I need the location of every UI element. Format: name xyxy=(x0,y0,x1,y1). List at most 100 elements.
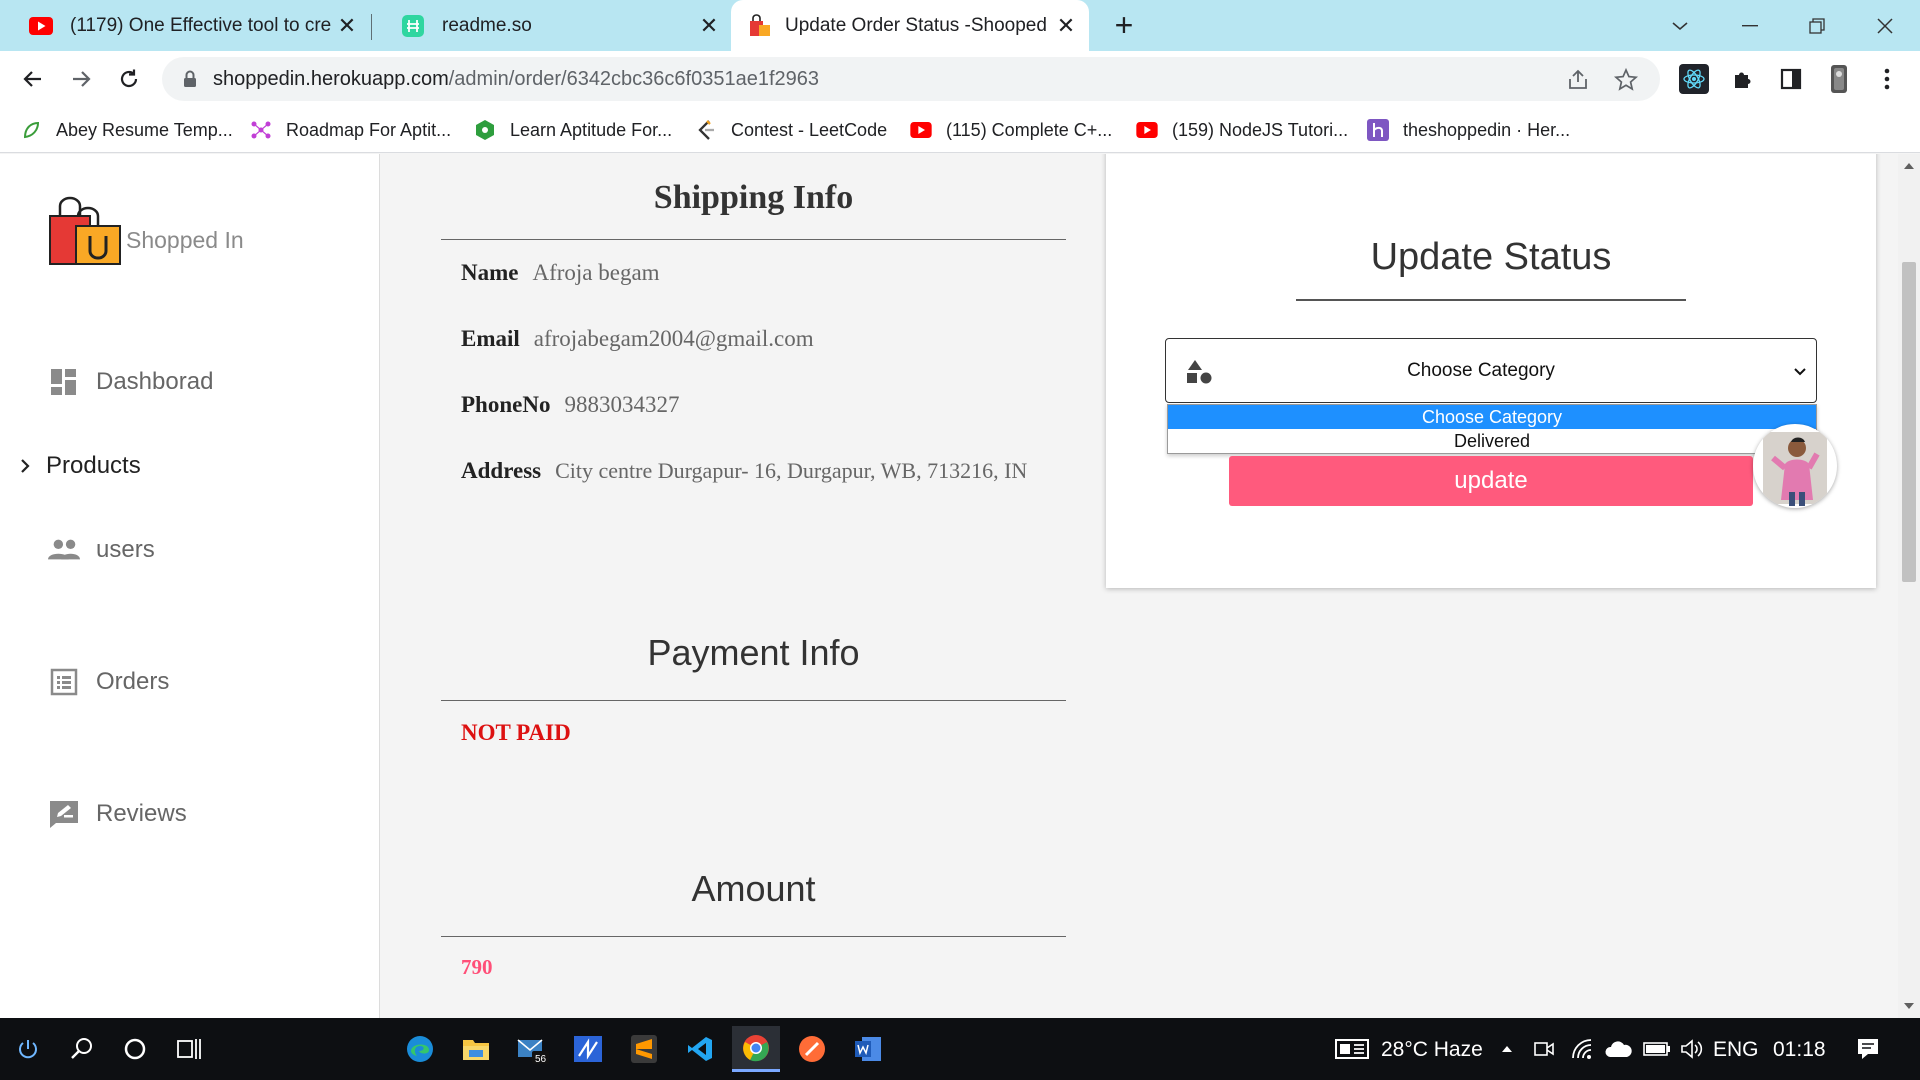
bookmark-leetcode[interactable]: Contest - LeetCode xyxy=(695,107,887,153)
status-select[interactable]: Choose Category xyxy=(1165,338,1817,403)
meet-camera-icon[interactable] xyxy=(1530,1033,1558,1065)
roadmap-icon xyxy=(250,119,272,141)
wifi-icon[interactable] xyxy=(1568,1033,1596,1065)
lock-icon xyxy=(184,70,196,87)
reviews-icon xyxy=(48,798,80,830)
leaf-icon xyxy=(20,119,42,141)
bookmark-roadmap[interactable]: Roadmap For Aptit... xyxy=(250,107,451,153)
sidebar-item-dashboard[interactable]: Dashborad xyxy=(48,366,213,398)
bookmark-label: (159) NodeJS Tutori... xyxy=(1172,119,1349,140)
edge-app-icon[interactable] xyxy=(396,1026,444,1072)
close-tab-icon[interactable]: ✕ xyxy=(694,13,724,39)
clock-time[interactable]: 01:18 xyxy=(1773,1038,1826,1062)
tab-update-order-status[interactable]: Update Order Status -Shooped In ✕ xyxy=(731,0,1089,51)
sublime-text-app-icon[interactable] xyxy=(620,1026,668,1072)
reload-icon xyxy=(120,69,138,88)
bookmark-heroku[interactable]: theshoppedin · Her... xyxy=(1367,107,1570,153)
status-option-choose-category[interactable]: Choose Category xyxy=(1168,405,1816,429)
tray-overflow-chevron-icon[interactable] xyxy=(1496,1033,1518,1065)
address-value: City centre Durgapur- 16, Durgapur, WB, … xyxy=(555,458,1028,483)
name-label: Name xyxy=(461,260,519,285)
back-button[interactable] xyxy=(13,59,53,99)
browser-tab-strip: (1179) One Effective tool to creat ✕ rea… xyxy=(0,0,1920,51)
page-scrollbar[interactable] xyxy=(1898,154,1920,1018)
word-app-icon[interactable] xyxy=(844,1026,892,1072)
minimize-icon[interactable] xyxy=(1715,0,1785,51)
close-tab-icon[interactable]: ✕ xyxy=(1051,13,1081,39)
status-select-value: Choose Category xyxy=(1407,360,1555,381)
tab-title: (1179) One Effective tool to creat xyxy=(70,14,332,36)
email-value: afrojabegam2004@gmail.com xyxy=(533,326,814,351)
tab-youtube[interactable]: (1179) One Effective tool to creat ✕ xyxy=(0,0,370,51)
url-text[interactable]: shoppedin.herokuapp.com/admin/order/6342… xyxy=(213,68,819,91)
battery-icon[interactable] xyxy=(1642,1033,1672,1065)
reload-button[interactable] xyxy=(109,59,149,99)
sidebar-item-reviews[interactable]: Reviews xyxy=(48,798,187,830)
bookmark-nodejs[interactable]: (159) NodeJS Tutori... xyxy=(1136,107,1348,153)
notification-center-icon[interactable] xyxy=(1852,1033,1884,1065)
url-host: shoppedin.herokuapp.com xyxy=(213,68,449,90)
cortana-icon[interactable] xyxy=(119,1033,151,1065)
vscode-app-icon[interactable] xyxy=(676,1026,724,1072)
mail-app-icon[interactable]: 56 xyxy=(508,1026,556,1072)
tab-search-chevron-icon[interactable] xyxy=(1645,0,1715,51)
windows-taskbar: 56 28°C Haze ENG 01:18 xyxy=(0,1018,1920,1080)
weather-text[interactable]: 28°C Haze xyxy=(1381,1038,1483,1062)
bookmark-aptitude[interactable]: Learn Aptitude For... xyxy=(474,107,672,153)
payment-status: NOT PAID xyxy=(461,720,571,745)
postman-app-icon[interactable] xyxy=(788,1026,836,1072)
update-status-title: Update Status xyxy=(1370,236,1612,278)
update-button[interactable]: update xyxy=(1229,456,1753,506)
scroll-up-arrow-icon[interactable] xyxy=(1903,161,1915,171)
browser-menu-icon[interactable] xyxy=(1872,64,1902,94)
sidebar-item-orders[interactable]: Orders xyxy=(48,666,169,698)
name-value: Afroja begam xyxy=(532,260,660,285)
bookmark-star-icon[interactable] xyxy=(1613,67,1639,93)
restore-icon[interactable] xyxy=(1782,0,1852,51)
scrollbar-thumb[interactable] xyxy=(1902,262,1916,582)
amount-heading: Amount xyxy=(691,868,816,909)
close-window-icon[interactable] xyxy=(1850,0,1920,51)
status-option-delivered[interactable]: Delivered xyxy=(1168,429,1816,453)
chrome-app-icon[interactable] xyxy=(732,1026,780,1072)
bookmark-label: (115) Complete C+... xyxy=(946,119,1113,140)
tab-readme[interactable]: readme.so ✕ xyxy=(372,0,732,51)
extensions-puzzle-icon[interactable] xyxy=(1728,64,1758,94)
bookmark-cpp[interactable]: (115) Complete C+... xyxy=(910,107,1112,153)
bookmark-label: Learn Aptitude For... xyxy=(510,119,673,140)
chevron-down-icon xyxy=(1794,368,1806,376)
youtube-icon xyxy=(910,119,932,141)
powerautomate-app-icon[interactable] xyxy=(564,1026,612,1072)
side-panel-icon[interactable] xyxy=(1776,64,1806,94)
bookmark-resume[interactable]: Abey Resume Temp... xyxy=(20,107,233,153)
sidebar-item-label: Orders xyxy=(96,668,170,695)
user-avatar[interactable] xyxy=(1753,424,1837,508)
tab-title: readme.so xyxy=(442,14,532,36)
browser-toolbar: shoppedin.herokuapp.com/admin/order/6342… xyxy=(0,51,1920,107)
new-tab-button[interactable]: + xyxy=(1105,6,1143,44)
close-tab-icon[interactable]: ✕ xyxy=(332,13,362,39)
sidebar-item-users[interactable]: users xyxy=(48,534,155,566)
share-icon[interactable] xyxy=(1565,67,1591,93)
volume-icon[interactable] xyxy=(1678,1033,1706,1065)
react-devtools-icon[interactable] xyxy=(1679,64,1709,94)
brand-logo[interactable]: Shopped In xyxy=(48,196,244,266)
profile-avatar-icon[interactable] xyxy=(1824,64,1854,94)
language-indicator[interactable]: ENG xyxy=(1713,1038,1759,1062)
file-explorer-app-icon[interactable] xyxy=(452,1026,500,1072)
forward-button[interactable] xyxy=(61,59,101,99)
onedrive-icon[interactable] xyxy=(1604,1033,1634,1065)
status-dropdown-list: Choose Category Delivered xyxy=(1167,404,1817,454)
brand-name: Shopped In xyxy=(126,227,244,253)
phone-value: 9883034327 xyxy=(564,392,680,417)
sidebar-item-products[interactable]: Products xyxy=(16,450,141,482)
news-widget-icon[interactable] xyxy=(1333,1033,1371,1065)
sidebar-item-label: Dashborad xyxy=(96,368,214,395)
forward-arrow-icon xyxy=(73,71,91,87)
task-view-icon[interactable] xyxy=(172,1033,204,1065)
url-path: /admin/order/6342cbc36c6f0351ae1f2963 xyxy=(448,68,820,90)
scroll-down-arrow-icon[interactable] xyxy=(1903,1001,1915,1011)
address-bar[interactable]: shoppedin.herokuapp.com/admin/order/6342… xyxy=(162,57,1660,101)
power-icon[interactable] xyxy=(12,1033,44,1065)
search-icon[interactable] xyxy=(66,1033,98,1065)
